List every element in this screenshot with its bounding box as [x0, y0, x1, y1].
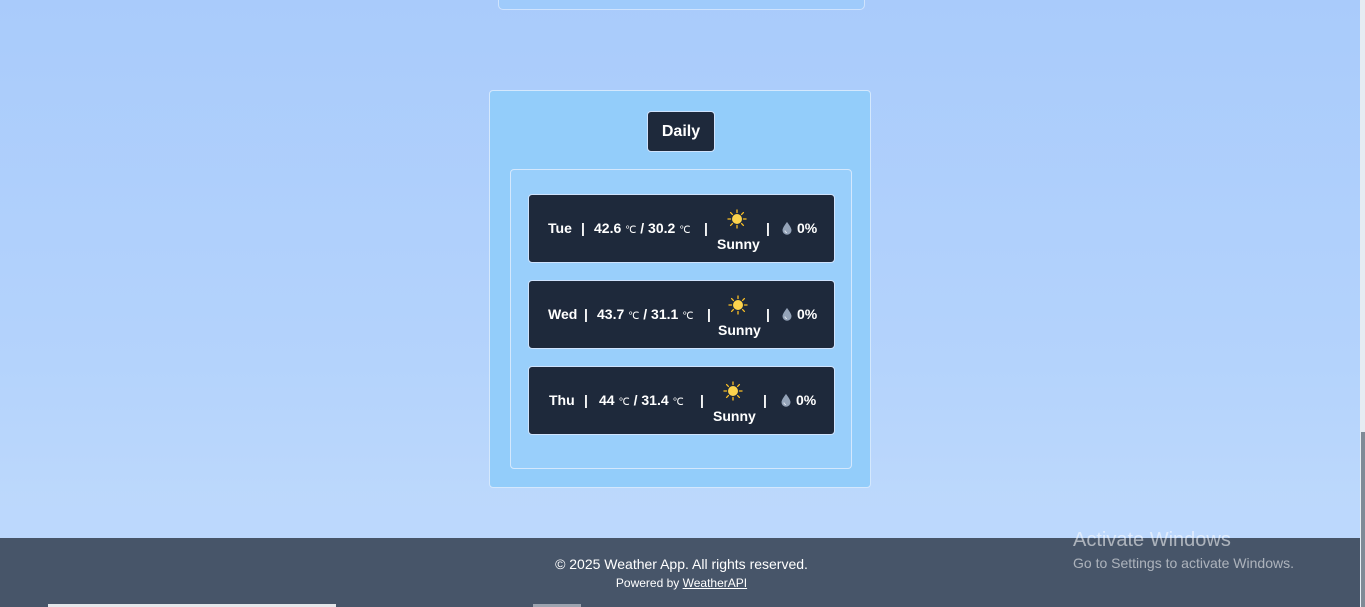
condition-text: Sunny [718, 322, 761, 338]
separator: | [704, 220, 708, 236]
condition-text: Sunny [713, 408, 756, 424]
page-scrollbar-thumb[interactable] [1361, 432, 1365, 607]
separator: | [700, 392, 704, 408]
activate-windows-watermark: Activate Windows Go to Settings to activ… [1073, 529, 1294, 571]
rain-chance: 0% [796, 392, 817, 408]
max-temp: 42.6 ℃ / 30.2 ℃ [594, 220, 691, 236]
separator: | [584, 306, 588, 322]
day-name: Wed [548, 306, 578, 322]
powered-by: Powered by WeatherAPI [0, 576, 1363, 590]
daily-forecast-panel: Daily Tue | 42.6 ℃ / 30.2 ℃ | Sunny | 0%… [489, 90, 871, 488]
sun-icon [727, 209, 747, 229]
day-name: Tue [548, 220, 572, 236]
activate-windows-subtitle: Go to Settings to activate Windows. [1073, 555, 1294, 571]
raindrop-icon [782, 222, 792, 235]
weatherapi-link[interactable]: WeatherAPI [683, 576, 747, 590]
separator: | [766, 220, 770, 236]
sun-icon [723, 381, 743, 401]
max-temp: 43.7 ℃ / 31.1 ℃ [597, 306, 694, 322]
forecast-row-tue: Tue | 42.6 ℃ / 30.2 ℃ | Sunny | 0% [528, 194, 835, 263]
daily-title: Daily [647, 111, 715, 152]
separator: | [707, 306, 711, 322]
sun-icon [728, 295, 748, 315]
rain-chance: 0% [797, 306, 818, 322]
separator: | [584, 392, 588, 408]
forecast-list: Tue | 42.6 ℃ / 30.2 ℃ | Sunny | 0% Wed |… [510, 169, 852, 469]
activate-windows-title: Activate Windows [1073, 529, 1231, 551]
max-temp: 44 ℃ / 31.4 ℃ [599, 392, 684, 408]
forecast-row-thu: Thu | 44 ℃ / 31.4 ℃ | Sunny | 0% [528, 366, 835, 435]
previous-section-card [498, 0, 865, 10]
separator: | [766, 306, 770, 322]
separator: | [581, 220, 585, 236]
raindrop-icon [781, 394, 791, 407]
raindrop-icon [782, 308, 792, 321]
condition-text: Sunny [717, 236, 760, 252]
rain-chance: 0% [797, 220, 818, 236]
forecast-row-wed: Wed | 43.7 ℃ / 31.1 ℃ | Sunny | 0% [528, 280, 835, 349]
powered-by-label: Powered by [615, 576, 680, 590]
separator: | [763, 392, 767, 408]
day-name: Thu [549, 392, 575, 408]
